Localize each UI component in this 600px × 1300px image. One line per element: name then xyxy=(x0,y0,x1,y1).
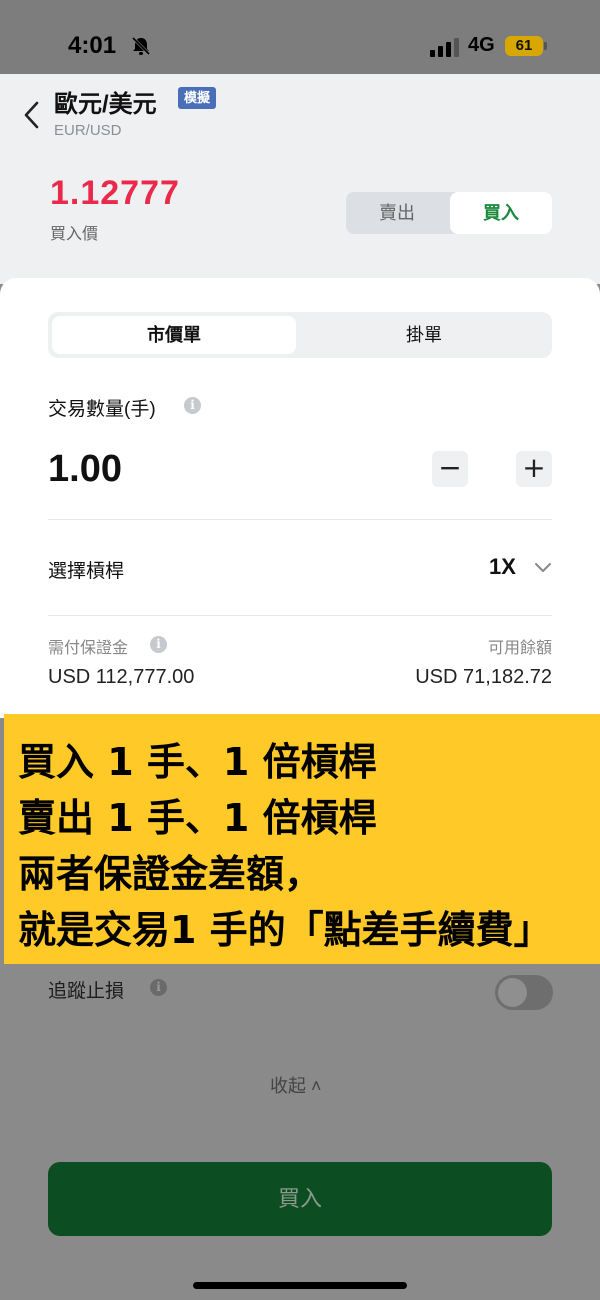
demo-badge: 模擬 xyxy=(178,87,217,109)
buy-tab[interactable]: 買入 xyxy=(450,192,552,234)
toggle-knob xyxy=(498,978,527,1007)
annotation-banner: 買入 1 手、1 倍槓桿 賣出 1 手、1 倍槓桿 兩者保證金差額， 就是交易1… xyxy=(4,714,600,964)
back-arrow-icon[interactable] xyxy=(20,100,44,130)
divider xyxy=(48,615,552,616)
instrument-header: 歐元/美元 模擬 EUR/USD 1.12777 買入價 賣出 買入 xyxy=(0,74,600,284)
order-card: 市價單 掛單 交易數量(手) i 1.00 − + 選擇槓桿 1X 需付保證金 … xyxy=(0,278,600,718)
side-toggle: 賣出 買入 xyxy=(346,192,552,234)
trailing-stop-label: 追蹤止損 xyxy=(48,981,125,1002)
required-margin-value: USD 112,777.00 xyxy=(48,666,195,688)
quantity-decrease-button[interactable]: − xyxy=(432,451,468,487)
trailing-stop-toggle[interactable] xyxy=(495,975,553,1010)
leverage-value[interactable]: 1X xyxy=(489,554,516,580)
banner-line: 賣出 1 手、1 倍槓桿 xyxy=(18,796,377,840)
quantity-label: 交易數量(手) xyxy=(48,399,156,420)
buy-button[interactable]: 買入 xyxy=(48,1162,552,1236)
info-icon[interactable]: i xyxy=(184,397,201,414)
quantity-increase-button[interactable]: + xyxy=(516,451,552,487)
bell-muted-icon xyxy=(131,36,151,56)
order-type-tabs: 市價單 掛單 xyxy=(48,312,552,358)
sell-tab[interactable]: 賣出 xyxy=(346,192,448,234)
quantity-value[interactable]: 1.00 xyxy=(48,448,122,491)
info-icon[interactable]: i xyxy=(150,979,167,996)
available-balance-value: USD 71,182.72 xyxy=(415,666,552,688)
signal-icon xyxy=(430,38,459,57)
leverage-label: 選擇槓桿 xyxy=(48,561,125,582)
banner-line: 就是交易1 手的「點差手續費」 xyxy=(18,908,552,952)
status-bar: 4:01 4G 61 xyxy=(0,0,600,74)
pair-name: 歐元/美元 xyxy=(54,91,157,118)
divider xyxy=(48,519,552,520)
collapse-link[interactable]: 收起 ˄ xyxy=(270,1072,322,1098)
battery-tip xyxy=(544,42,547,50)
available-balance-label: 可用餘額 xyxy=(487,640,552,657)
network-type: 4G xyxy=(468,34,495,56)
chevron-down-icon[interactable] xyxy=(534,560,552,574)
tab-pending-order[interactable]: 掛單 xyxy=(300,316,548,354)
buy-price-label: 買入價 xyxy=(50,226,99,243)
status-time: 4:01 xyxy=(68,32,117,59)
banner-line: 買入 1 手、1 倍槓桿 xyxy=(18,740,377,784)
banner-line: 兩者保證金差額， xyxy=(18,852,323,896)
home-indicator xyxy=(193,1282,407,1289)
buy-price: 1.12777 xyxy=(50,174,180,212)
tab-market-order[interactable]: 市價單 xyxy=(52,316,296,354)
info-icon[interactable]: i xyxy=(150,636,167,653)
required-margin-label: 需付保證金 xyxy=(48,640,129,657)
battery-icon: 61 xyxy=(505,36,543,56)
pair-code: EUR/USD xyxy=(54,122,122,139)
